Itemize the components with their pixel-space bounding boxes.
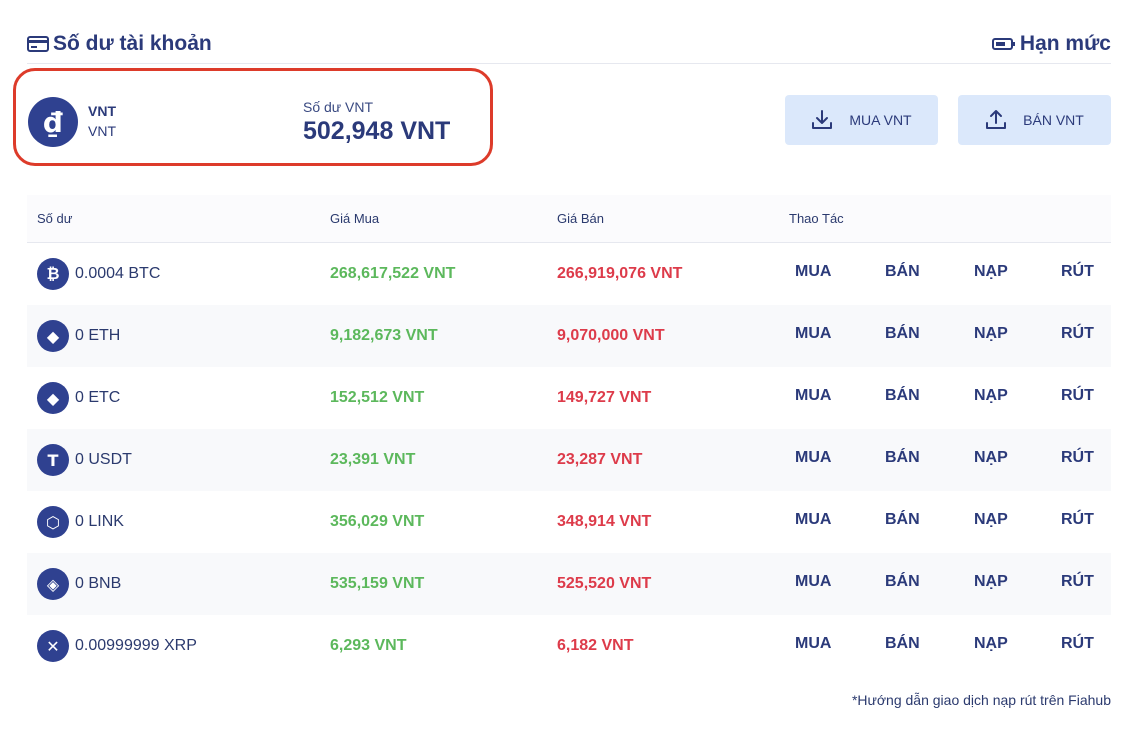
buy-vnt-label: MUA VNT: [849, 112, 912, 128]
chainlink-icon: ⬡: [37, 506, 69, 538]
header-actions: Thao Tác: [789, 211, 844, 226]
tether-icon: T: [37, 444, 69, 476]
page-title-text: Số dư tài khoản: [53, 32, 212, 55]
limit-link[interactable]: Hạn mức: [991, 32, 1111, 56]
battery-icon: [991, 37, 1016, 51]
bitcoin-icon: ₿: [37, 258, 69, 290]
upload-icon: [985, 109, 1007, 131]
balance-header: Số dư tài khoản Hạn mức: [27, 30, 1111, 64]
sell-button[interactable]: BÁN: [885, 325, 920, 343]
coin-amount: 0 ETC: [75, 389, 121, 406]
page-title: Số dư tài khoản: [27, 32, 212, 56]
buy-button[interactable]: MUA: [795, 387, 831, 405]
withdraw-button[interactable]: RÚT: [1061, 387, 1094, 405]
currency-name: VNT: [88, 103, 116, 119]
currency-sub: VNT: [88, 123, 116, 139]
deposit-button[interactable]: NẠP: [974, 325, 1008, 343]
binance-icon: ◈: [37, 568, 69, 600]
vnt-balance-card: ₫ VNT VNT Số dư VNT 502,948 VNT: [13, 68, 493, 166]
sell-button[interactable]: BÁN: [885, 387, 920, 405]
coin-balance-table: Số dư Giá Mua Giá Bán Thao Tác ₿ 0.0004 B…: [27, 195, 1111, 677]
buy-price: 6,293 VNT: [330, 637, 407, 654]
deposit-button[interactable]: NẠP: [974, 387, 1008, 405]
buy-price: 535,159 VNT: [330, 575, 425, 592]
sell-button[interactable]: BÁN: [885, 511, 920, 529]
coin-amount: 0 LINK: [75, 513, 124, 530]
table-row: ◆ 0 ETH 9,182,673 VNT 9,070,000 VNT MUA BÁN NẠ…: [27, 305, 1111, 367]
deposit-button[interactable]: NẠP: [974, 511, 1008, 529]
coin-amount: 0.00999999 XRP: [75, 637, 197, 654]
sell-price: 149,727 VNT: [557, 389, 652, 406]
table-row: T 0 USDT 23,391 VNT 23,287 VNT MUA BÁN NẠP RÚT: [27, 429, 1111, 491]
coin-amount: 0.0004 BTC: [75, 265, 161, 282]
buy-button[interactable]: MUA: [795, 635, 831, 653]
balance-value: 502,948 VNT: [303, 117, 451, 145]
sell-vnt-label: BÁN VNT: [1023, 112, 1084, 128]
coin-amount: 0 USDT: [75, 451, 132, 468]
limit-label: Hạn mức: [1019, 32, 1111, 55]
ripple-icon: ✕: [37, 630, 69, 662]
withdraw-button[interactable]: RÚT: [1061, 325, 1094, 343]
sell-price: 23,287 VNT: [557, 451, 643, 468]
buy-vnt-button[interactable]: MUA VNT: [785, 95, 938, 145]
buy-price: 152,512 VNT: [330, 389, 425, 406]
withdraw-button[interactable]: RÚT: [1061, 573, 1094, 591]
withdraw-button[interactable]: RÚT: [1061, 635, 1094, 653]
sell-price: 9,070,000 VNT: [557, 327, 665, 344]
table-row: ⬡ 0 LINK 356,029 VNT 348,914 VNT MUA BÁN NẠP RÚ…: [27, 491, 1111, 553]
buy-button[interactable]: MUA: [795, 511, 831, 529]
deposit-button[interactable]: NẠP: [974, 449, 1008, 467]
buy-button[interactable]: MUA: [795, 263, 831, 281]
ethereum-icon: ◆: [37, 320, 69, 352]
withdraw-button[interactable]: RÚT: [1061, 449, 1094, 467]
deposit-button[interactable]: NẠP: [974, 573, 1008, 591]
table-row: ◆ 0 ETC 152,512 VNT 149,727 VNT MUA BÁN NẠP RÚT: [27, 367, 1111, 429]
ethereum-classic-icon: ◆: [37, 382, 69, 414]
withdraw-button[interactable]: RÚT: [1061, 511, 1094, 529]
coin-amount: 0 ETH: [75, 327, 121, 344]
sell-vnt-button[interactable]: BÁN VNT: [958, 95, 1111, 145]
buy-price: 268,617,522 VNT: [330, 265, 456, 282]
table-row: ₿ 0.0004 BTC 268,617,522 VNT 266,919,076 VN…: [27, 243, 1111, 305]
coin-amount: 0 BNB: [75, 575, 122, 592]
sell-price: 6,182 VNT: [557, 637, 634, 654]
buy-price: 23,391 VNT: [330, 451, 416, 468]
buy-button[interactable]: MUA: [795, 325, 831, 343]
header-buy-price: Giá Mua: [330, 211, 380, 226]
balance-label: Số dư VNT: [303, 99, 374, 115]
sell-button[interactable]: BÁN: [885, 573, 920, 591]
sell-button[interactable]: BÁN: [885, 449, 920, 467]
buy-button[interactable]: MUA: [795, 449, 831, 467]
sell-price: 266,919,076 VNT: [557, 265, 683, 282]
wallet-icon: [27, 35, 49, 53]
download-icon: [811, 109, 833, 131]
sell-price: 348,914 VNT: [557, 513, 652, 530]
sell-button[interactable]: BÁN: [885, 635, 920, 653]
vnt-logo-icon: ₫: [28, 97, 78, 147]
header-sell-price: Giá Bán: [557, 211, 604, 226]
deposit-button[interactable]: NẠP: [974, 263, 1008, 281]
table-row: ✕ 0.00999999 XRP 6,293 VNT 6,182 VNT MUA BÁN N…: [27, 615, 1111, 677]
sell-button[interactable]: BÁN: [885, 263, 920, 281]
table-row: ◈ 0 BNB 535,159 VNT 525,520 VNT MUA BÁN NẠP RÚT: [27, 553, 1111, 615]
withdraw-button[interactable]: RÚT: [1061, 263, 1094, 281]
buy-button[interactable]: MUA: [795, 573, 831, 591]
guide-link[interactable]: *Hướng dẫn giao dịch nạp rút trên Fiahub: [852, 692, 1111, 708]
deposit-button[interactable]: NẠP: [974, 635, 1008, 653]
table-header: Số dư Giá Mua Giá Bán Thao Tác: [27, 195, 1111, 243]
buy-price: 356,029 VNT: [330, 513, 425, 530]
buy-price: 9,182,673 VNT: [330, 327, 438, 344]
sell-price: 525,520 VNT: [557, 575, 652, 592]
header-balance: Số dư: [37, 211, 73, 226]
